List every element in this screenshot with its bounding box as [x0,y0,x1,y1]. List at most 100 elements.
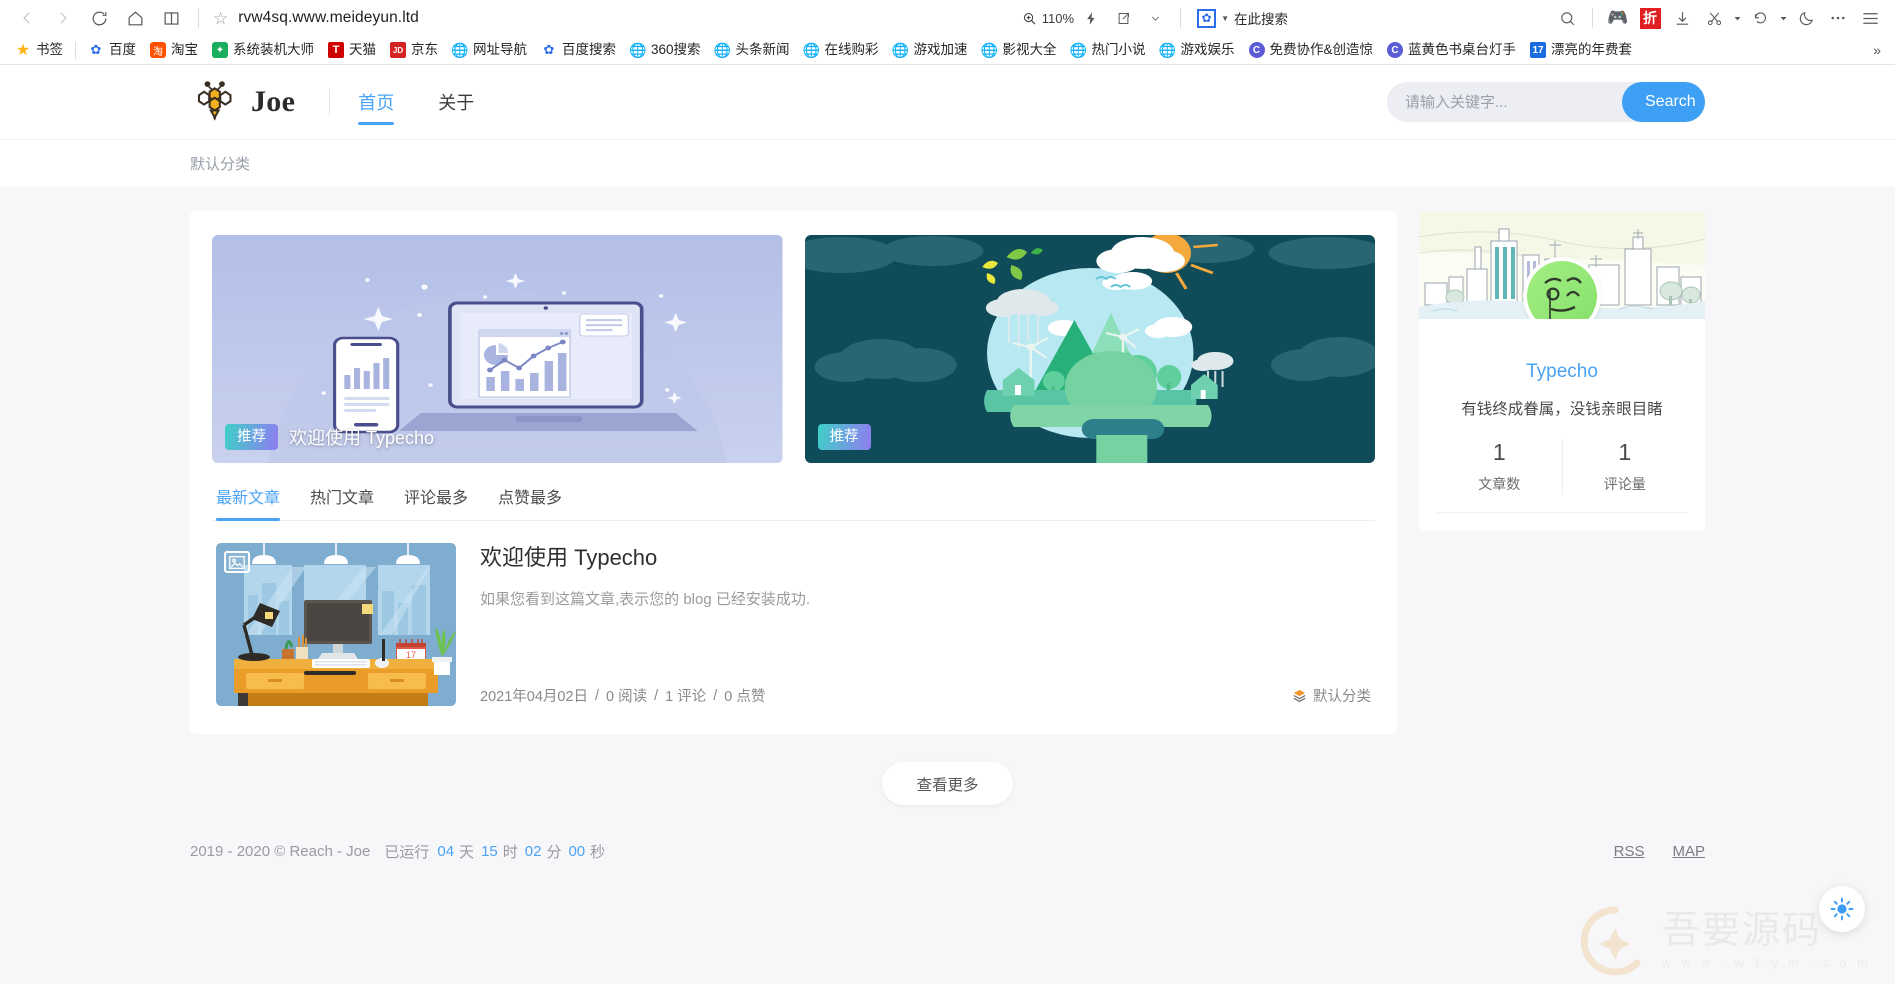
baidu-icon: ✿ [90,42,102,57]
search-button[interactable]: Search [1622,82,1705,122]
bookmark-star-icon[interactable]: ☆ [213,10,228,27]
address-bar[interactable]: ☆ rvw4sq.www.meideyun.ltd [209,3,1020,33]
url-text: rvw4sq.www.meideyun.ltd [238,9,419,26]
sidebar-stats: 1 文章数 1 评论量 [1437,439,1687,494]
featured-card-2[interactable]: 推荐 [804,235,1375,463]
globe-icon: 🌐 [713,41,732,58]
main-column: 推荐 欢迎使用 Typecho 推荐 最新文章 热门文章 评论最多 点赞最多 1… [190,211,1397,734]
theme-toggle-button[interactable] [1819,886,1865,932]
bookmark-label: 京东 [411,42,438,58]
avatar[interactable] [1527,261,1597,319]
chevron-down-icon[interactable] [1731,4,1743,32]
bookmarks-bar: ★ 书签 ✿ 百度 淘淘宝 ✦ 系统装机大师 T 天猫 JD 京东 🌐 网址导航 ✿ 百度搜… [0,36,1895,65]
layers-icon [1293,689,1306,703]
reading-mode-icon[interactable] [154,3,188,33]
search-input[interactable] [1387,93,1622,111]
bookmark-item[interactable]: T 天猫 [321,38,383,62]
nav-item-home[interactable]: 首页 [358,65,395,139]
sidebar-body: Typecho 有钱终成眷属，没钱亲眼目睹 1 文章数 1 评论量 [1419,319,1705,531]
post-likes: 0 点赞 [724,689,766,705]
bookmark-item[interactable]: 🌐 网址导航 [445,38,534,62]
post-list-item[interactable]: 17 欢迎使用 Typecho 如果您看到这篇文章,表示您的 blog 已经安装… [212,521,1375,724]
bookmark-item[interactable]: 🌐 热门小说 [1064,38,1153,62]
canva-icon: C [1387,42,1404,58]
meta-sep: / [654,687,659,704]
bookmark-label: 网址导航 [473,42,527,58]
tab-most-commented[interactable]: 评论最多 [404,479,468,520]
bookmark-item[interactable]: 🌐 游戏娱乐 [1153,38,1242,62]
bookmark-item[interactable]: 🌐 360搜索 [623,38,708,62]
jd-icon: JD [390,42,406,58]
recommend-badge: 推荐 [225,423,278,450]
bookmark-item[interactable]: JD 京东 [383,38,445,62]
green-face-avatar-icon [1527,261,1597,319]
page-content: Joe 首页 关于 Search 默认分类 [0,65,1895,984]
lightning-icon[interactable] [1076,4,1106,32]
bookmark-label: 游戏娱乐 [1180,42,1235,58]
back-icon[interactable] [10,3,44,33]
bookmark-item[interactable]: ★ 书签 [8,38,70,62]
footer-link-rss[interactable]: RSS [1614,843,1645,860]
bookmark-item[interactable]: C 蓝黄色书桌台灯手 [1380,38,1523,62]
header-search: Search [1387,82,1705,122]
bookmark-item[interactable]: 🌐 游戏加速 [886,38,975,62]
search-icon[interactable] [1552,4,1582,32]
header-divider [329,89,331,115]
bookmark-item[interactable]: ✿ 百度搜索 [534,38,623,62]
post-meta: 2021年04月02日 / 0 阅读 / 1 评论 / 0 点赞 默认分类 [480,673,1371,706]
share-icon[interactable] [1108,4,1138,32]
home-icon[interactable] [118,3,152,33]
undo-history-icon[interactable] [1745,4,1775,32]
featured-card-2-badges: 推荐 [817,423,871,450]
bookmarks-overflow-icon[interactable]: » [1867,42,1887,58]
category-item-default[interactable]: 默认分类 [190,153,250,174]
content-row: 推荐 欢迎使用 Typecho 推荐 最新文章 热门文章 评论最多 点赞最多 1… [0,187,1895,734]
chevron-down-icon[interactable]: ▼ [1221,14,1229,23]
load-more-button[interactable]: 查看更多 [882,762,1013,805]
bookmark-item[interactable]: 17 漂亮的年费套 [1523,38,1639,62]
post-title[interactable]: 欢迎使用 Typecho [480,543,1371,574]
post-reads: 0 阅读 [606,689,648,705]
category-bar: 默认分类 [0,139,1895,187]
game-extension-icon[interactable]: 🎮 [1603,5,1633,31]
bookmark-item[interactable]: 🌐 在线购彩 [797,38,886,62]
footer-copyright: 2019 - 2020 © Reach - Joe [190,843,371,860]
bookmark-label: 百度搜索 [562,42,616,58]
post-category[interactable]: 默认分类 [1292,685,1371,706]
nav-item-about[interactable]: 关于 [438,65,474,139]
download-icon[interactable] [1667,4,1697,32]
bookmark-item[interactable]: 🌐 头条新闻 [708,38,797,62]
baidu-search-box[interactable]: ✿ ▼ 在此搜索 [1191,4,1294,32]
dark-mode-moon-icon[interactable] [1791,4,1821,32]
bookmark-item[interactable]: ✦ 系统装机大师 [205,38,321,62]
uptime-days-unit: 天 [459,844,475,861]
reload-icon[interactable] [82,3,116,33]
screenshot-scissors-icon[interactable] [1699,4,1729,32]
chevron-down-icon[interactable] [1777,4,1789,32]
featured-card-1[interactable]: 推荐 欢迎使用 Typecho [212,235,783,463]
hamburger-menu-icon[interactable] [1855,4,1885,32]
sidebar-divider [1437,512,1687,513]
bookmark-item[interactable]: ✿ 百度 [81,38,143,62]
globe-icon: 🌐 [1069,41,1088,58]
footer-link-map[interactable]: MAP [1672,843,1705,860]
uptime-hours: 15 [481,843,498,860]
tab-most-liked[interactable]: 点赞最多 [498,479,562,520]
discount-extension-icon[interactable]: 折 [1635,5,1665,31]
chevron-down-icon[interactable] [1140,4,1170,32]
zoom-indicator[interactable]: 110% [1022,11,1074,26]
globe-icon: 🌐 [980,41,999,58]
tab-popular[interactable]: 热门文章 [310,479,374,520]
canva-icon: C [1248,42,1265,58]
bookmark-item[interactable]: C 免费协作&创造惊 [1242,38,1381,62]
bookmark-label: 淘宝 [171,42,198,58]
post-thumbnail[interactable]: 17 [216,543,456,706]
bookmark-item[interactable]: 🌐 影视大全 [975,38,1064,62]
more-options-icon[interactable] [1823,4,1853,32]
tab-latest[interactable]: 最新文章 [216,479,281,521]
brand-logo[interactable]: Joe [190,79,295,125]
globe-icon: 🌐 [629,41,647,58]
forward-icon[interactable] [46,3,80,33]
sidebar-site-name[interactable]: Typecho [1437,361,1687,383]
bookmark-item[interactable]: 淘淘宝 [143,38,205,62]
